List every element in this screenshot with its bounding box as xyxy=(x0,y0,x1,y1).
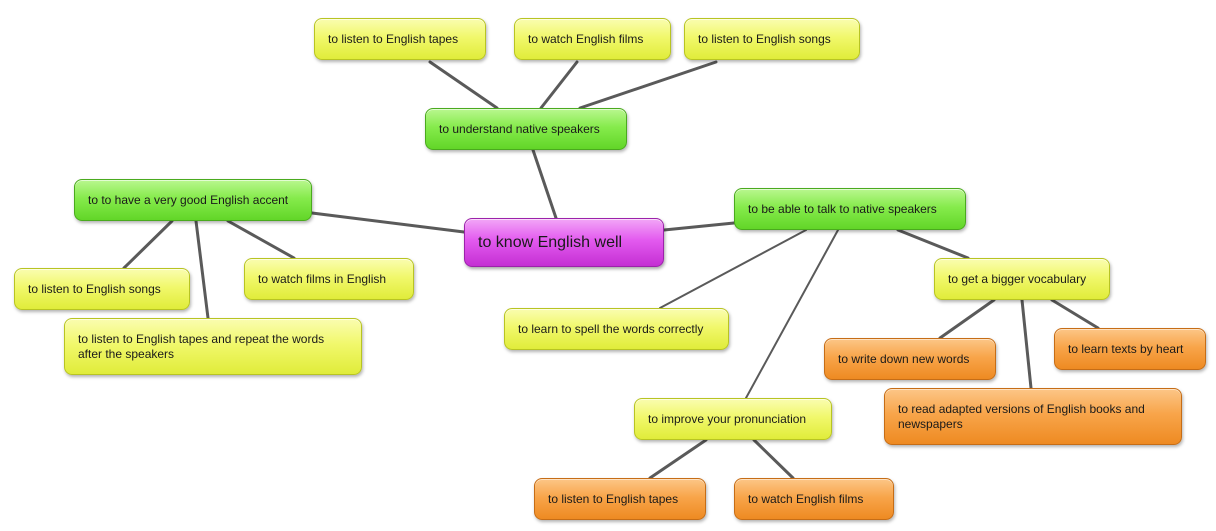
node-listen-english-songs-left[interactable]: to listen to English songs xyxy=(14,268,190,310)
link-vocab-v3 xyxy=(1020,298,1033,390)
node-listen-tapes-repeat-words[interactable]: to listen to English tapes and repeat th… xyxy=(64,318,362,375)
mind-map: to know English well to understand nativ… xyxy=(0,0,1216,531)
node-listen-english-tapes-bottom[interactable]: to listen to English tapes xyxy=(534,478,706,520)
node-bigger-vocabulary[interactable]: to get a bigger vocabulary xyxy=(934,258,1110,300)
node-listen-english-songs-top[interactable]: to listen to English songs xyxy=(684,18,860,60)
link-pron-p2 xyxy=(752,438,795,480)
node-read-adapted-versions[interactable]: to read adapted versions of English book… xyxy=(884,388,1182,445)
link-accent-a2 xyxy=(226,219,296,260)
node-listen-english-tapes-top[interactable]: to listen to English tapes xyxy=(314,18,486,60)
link-talk-t1 xyxy=(659,229,807,309)
node-improve-pronunciation[interactable]: to improve your pronunciation xyxy=(634,398,832,440)
link-root-understand xyxy=(531,148,558,220)
node-good-english-accent[interactable]: to to have a very good English accent xyxy=(74,179,312,221)
link-root-accent xyxy=(310,211,466,234)
link-accent-a3 xyxy=(194,219,210,320)
node-understand-native-speakers[interactable]: to understand native speakers xyxy=(425,108,627,150)
node-learn-texts-by-heart[interactable]: to learn texts by heart xyxy=(1054,328,1206,370)
link-vocab-v2 xyxy=(1050,298,1100,330)
link-understand-u2 xyxy=(539,60,579,110)
link-understand-u1 xyxy=(428,60,499,110)
node-watch-films-in-english[interactable]: to watch films in English xyxy=(244,258,414,300)
root-node[interactable]: to know English well xyxy=(464,218,664,267)
node-watch-english-films-bottom[interactable]: to watch English films xyxy=(734,478,894,520)
node-watch-english-films-top[interactable]: to watch English films xyxy=(514,18,671,60)
link-accent-a1 xyxy=(122,219,174,270)
node-talk-to-native-speakers[interactable]: to be able to talk to native speakers xyxy=(734,188,966,230)
link-pron-p1 xyxy=(648,438,708,480)
link-talk-t2 xyxy=(896,228,970,260)
node-learn-to-spell[interactable]: to learn to spell the words correctly xyxy=(504,308,729,350)
link-understand-u3 xyxy=(578,60,718,110)
node-write-down-new-words[interactable]: to write down new words xyxy=(824,338,996,380)
link-root-talk xyxy=(662,221,736,232)
link-vocab-v1 xyxy=(938,298,996,340)
